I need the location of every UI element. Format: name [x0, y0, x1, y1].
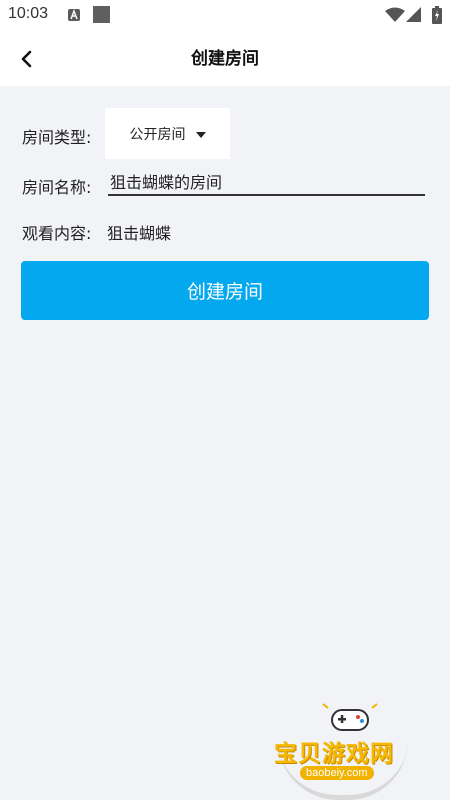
caret-down-icon — [195, 131, 206, 138]
square-notification-icon — [93, 6, 110, 23]
wifi-icon — [385, 7, 405, 27]
battery-icon — [432, 6, 442, 28]
room-name-label: 房间名称: — [22, 178, 92, 197]
header: 创建房间 — [0, 32, 450, 86]
watermark-logo: 宝贝游戏网 baobeiy.com — [270, 700, 430, 800]
room-type-dropdown[interactable]: 公开房间 — [105, 108, 230, 159]
room-name-input[interactable] — [108, 168, 425, 196]
a-notification-icon — [68, 9, 80, 21]
screen: 10:03 创建房间 房间类型: 公开房间 房间名称: 狙击蝴蝶的房间 观看内容… — [0, 0, 450, 800]
room-type-label: 房间类型: — [22, 128, 92, 147]
gamepad-icon — [322, 703, 378, 731]
status-time: 10:03 — [8, 5, 49, 22]
watch-content-label: 观看内容: — [22, 224, 92, 243]
signal-icon — [405, 7, 422, 27]
watermark-domain: baobeiy.com — [300, 766, 374, 780]
create-room-button[interactable]: 创建房间 — [21, 261, 429, 320]
room-type-selected: 公开房间 — [129, 126, 186, 143]
page-title: 创建房间 — [191, 49, 259, 69]
status-bar: 10:03 — [0, 0, 450, 32]
watch-content-value: 狙击蝴蝶 — [107, 224, 172, 243]
watermark-title: 宝贝游戏网 — [274, 741, 394, 767]
